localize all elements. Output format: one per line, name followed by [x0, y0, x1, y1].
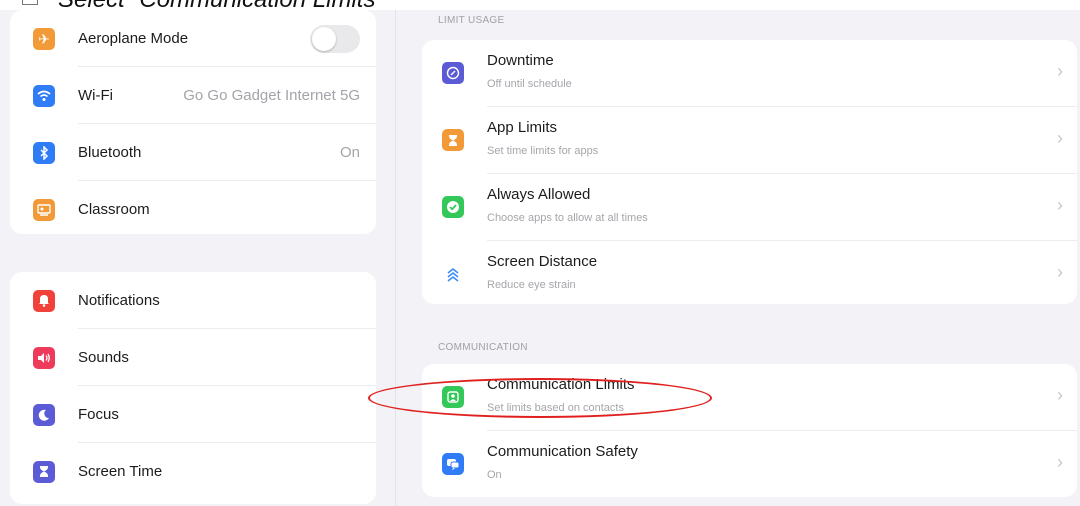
bluetooth-icon [33, 141, 55, 164]
chat-bubbles-icon [442, 453, 464, 475]
settings-sidebar: ✈ Aeroplane Mode Wi-Fi Go Go Gadget Inte… [0, 10, 396, 506]
bell-icon [33, 289, 55, 312]
checkmark-icon [442, 196, 464, 218]
row-subtitle: Set time limits for apps [487, 145, 599, 157]
toggle-knob [312, 26, 336, 51]
app-limits-row[interactable]: App Limits Set time limits for apps › [422, 107, 1077, 174]
sidebar-item-aeroplane-mode[interactable]: ✈ Aeroplane Mode [10, 10, 376, 67]
airplane-icon: ✈ [33, 27, 55, 50]
wifi-icon [33, 84, 55, 107]
chevron-right-icon: › [1057, 385, 1063, 405]
caption-text: Select “Communication Limits” [58, 0, 383, 13]
wifi-network-name: Go Go Gadget Internet 5G [183, 87, 360, 104]
downtime-icon [442, 62, 464, 84]
instruction-caption: Select “Communication Limits” [22, 0, 383, 16]
sidebar-group-general: Notifications Sounds Focus Screen Time [10, 272, 376, 504]
sidebar-group-connectivity: ✈ Aeroplane Mode Wi-Fi Go Go Gadget Inte… [10, 10, 376, 234]
screen-distance-icon [442, 263, 464, 285]
row-subtitle: On [487, 469, 502, 481]
checkbox-glyph [22, 0, 38, 5]
chevron-right-icon: › [1057, 262, 1063, 282]
row-subtitle: Set limits based on contacts [487, 402, 624, 414]
row-subtitle: Off until schedule [487, 78, 572, 90]
communication-safety-row[interactable]: Communication Safety On › [422, 431, 1077, 497]
sidebar-item-label: Aeroplane Mode [78, 30, 189, 47]
chevron-right-icon: › [1057, 195, 1063, 215]
row-subtitle: Choose apps to allow at all times [487, 212, 648, 224]
hourglass-icon [33, 460, 55, 483]
chevron-right-icon: › [1057, 61, 1063, 81]
aeroplane-mode-toggle[interactable] [310, 24, 360, 53]
hourglass-icon [442, 129, 464, 151]
sidebar-item-bluetooth[interactable]: Bluetooth On [10, 124, 376, 181]
sidebar-item-label: Focus [78, 406, 119, 423]
section-header-communication: COMMUNICATION [438, 342, 528, 353]
bluetooth-status: On [339, 144, 360, 161]
classroom-icon [33, 198, 55, 221]
section-header-limit-usage: LIMIT USAGE [438, 15, 505, 26]
sidebar-item-label: Notifications [78, 292, 160, 309]
row-title: Downtime [487, 52, 554, 69]
downtime-row[interactable]: Downtime Off until schedule › [422, 40, 1077, 107]
communication-limits-row[interactable]: Communication Limits Set limits based on… [422, 364, 1077, 431]
sidebar-item-sounds[interactable]: Sounds [10, 329, 376, 386]
settings-screen: ✈ Aeroplane Mode Wi-Fi Go Go Gadget Inte… [0, 10, 1080, 506]
chevron-right-icon: › [1057, 128, 1063, 148]
sidebar-item-label: Sounds [78, 349, 129, 366]
communication-card: Communication Limits Set limits based on… [422, 364, 1077, 497]
sidebar-item-label: Screen Time [78, 463, 163, 480]
row-title: Screen Distance [487, 253, 598, 270]
chevron-right-icon: › [1057, 452, 1063, 472]
sidebar-item-label: Wi-Fi [78, 87, 113, 104]
sidebar-item-wifi[interactable]: Wi-Fi Go Go Gadget Internet 5G [10, 67, 376, 124]
limit-usage-card: Downtime Off until schedule › App Limits… [422, 40, 1077, 304]
sidebar-item-focus[interactable]: Focus [10, 386, 376, 443]
always-allowed-row[interactable]: Always Allowed Choose apps to allow at a… [422, 174, 1077, 241]
row-title: Communication Limits [487, 376, 635, 393]
row-title: App Limits [487, 119, 558, 136]
speaker-icon [33, 346, 55, 369]
row-title: Communication Safety [487, 443, 638, 460]
sidebar-item-screen-time[interactable]: Screen Time [10, 443, 376, 500]
contacts-icon [442, 386, 464, 408]
sidebar-item-classroom[interactable]: Classroom [10, 181, 376, 234]
row-title: Always Allowed [487, 186, 591, 203]
row-subtitle: Reduce eye strain [487, 279, 576, 291]
sidebar-item-label: Classroom [78, 201, 150, 218]
moon-icon [33, 403, 55, 426]
screen-distance-row[interactable]: Screen Distance Reduce eye strain › [422, 241, 1077, 304]
sidebar-item-notifications[interactable]: Notifications [10, 272, 376, 329]
sidebar-item-label: Bluetooth [78, 144, 142, 161]
